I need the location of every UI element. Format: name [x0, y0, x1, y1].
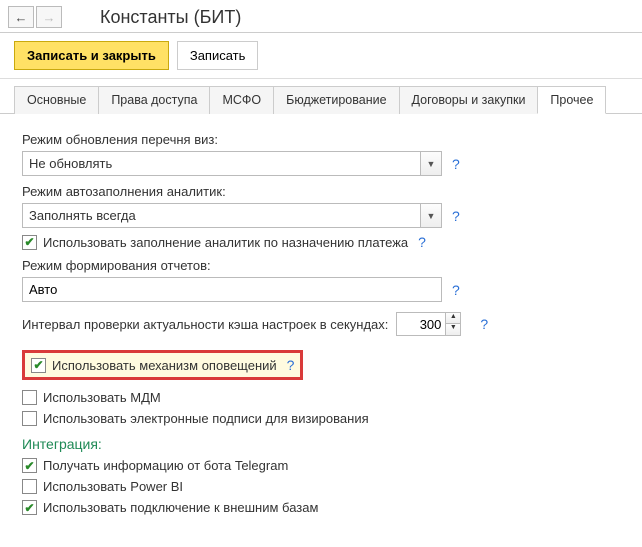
telegram-checkbox[interactable]	[22, 458, 37, 473]
interval-input[interactable]	[396, 312, 446, 336]
titlebar: ← → Константы (БИТ)	[0, 0, 642, 33]
tab-contracts[interactable]: Договоры и закупки	[399, 86, 539, 114]
tab-budget[interactable]: Бюджетирование	[273, 86, 399, 114]
chevron-down-icon: ▼	[427, 211, 436, 221]
tabs: Основные Права доступа МСФО Бюджетирован…	[0, 85, 642, 114]
spinner-down-button[interactable]: ▼	[446, 324, 460, 335]
analytics-mode-dropdown-button[interactable]: ▼	[420, 203, 442, 228]
tab-content: Режим обновления перечня виз: Не обновля…	[0, 114, 642, 531]
visa-mode-label: Режим обновления перечня виз:	[22, 132, 620, 147]
help-icon[interactable]: ?	[480, 316, 488, 332]
help-icon[interactable]: ?	[452, 156, 460, 172]
save-button[interactable]: Записать	[177, 41, 259, 70]
ext-db-label: Использовать подключение к внешним базам	[43, 500, 318, 515]
ext-db-checkbox[interactable]	[22, 500, 37, 515]
tab-main[interactable]: Основные	[14, 86, 99, 114]
telegram-label: Получать информацию от бота Telegram	[43, 458, 288, 473]
help-icon[interactable]: ?	[452, 208, 460, 224]
tab-ifrs[interactable]: МСФО	[209, 86, 274, 114]
use-mdm-checkbox[interactable]	[22, 390, 37, 405]
toolbar: Записать и закрыть Записать	[0, 33, 642, 79]
help-icon[interactable]: ?	[287, 357, 295, 373]
analytics-mode-value[interactable]: Заполнять всегда	[22, 203, 420, 228]
help-icon[interactable]: ?	[418, 234, 426, 250]
help-icon[interactable]: ?	[452, 282, 460, 298]
use-esign-checkbox[interactable]	[22, 411, 37, 426]
tab-access[interactable]: Права доступа	[98, 86, 210, 114]
spinner-up-button[interactable]: ▲	[446, 313, 460, 324]
tab-other[interactable]: Прочее	[537, 86, 606, 114]
powerbi-checkbox[interactable]	[22, 479, 37, 494]
page-title: Константы (БИТ)	[100, 7, 241, 28]
powerbi-label: Использовать Power BI	[43, 479, 183, 494]
save-close-button[interactable]: Записать и закрыть	[14, 41, 169, 70]
analytics-mode-dropdown[interactable]: Заполнять всегда ▼	[22, 203, 442, 228]
integration-title: Интеграция:	[22, 436, 620, 452]
report-mode-label: Режим формирования отчетов:	[22, 258, 620, 273]
fill-by-payment-label: Использовать заполнение аналитик по назн…	[43, 235, 408, 250]
analytics-mode-label: Режим автозаполнения аналитик:	[22, 184, 620, 199]
interval-label: Интервал проверки актуальности кэша наст…	[22, 317, 388, 332]
visa-mode-dropdown-button[interactable]: ▼	[420, 151, 442, 176]
nav-forward-button[interactable]: →	[36, 6, 62, 28]
report-mode-input[interactable]	[22, 277, 442, 302]
fill-by-payment-checkbox[interactable]	[22, 235, 37, 250]
chevron-down-icon: ▼	[427, 159, 436, 169]
highlight-notifications: Использовать механизм оповещений ?	[22, 350, 303, 380]
use-notifications-checkbox[interactable]	[31, 358, 46, 373]
interval-spinner[interactable]: ▲ ▼	[396, 312, 468, 336]
use-esign-label: Использовать электронные подписи для виз…	[43, 411, 369, 426]
use-notifications-label: Использовать механизм оповещений	[52, 358, 277, 373]
visa-mode-value[interactable]: Не обновлять	[22, 151, 420, 176]
nav-back-button[interactable]: ←	[8, 6, 34, 28]
use-mdm-label: Использовать МДМ	[43, 390, 161, 405]
visa-mode-dropdown[interactable]: Не обновлять ▼	[22, 151, 442, 176]
